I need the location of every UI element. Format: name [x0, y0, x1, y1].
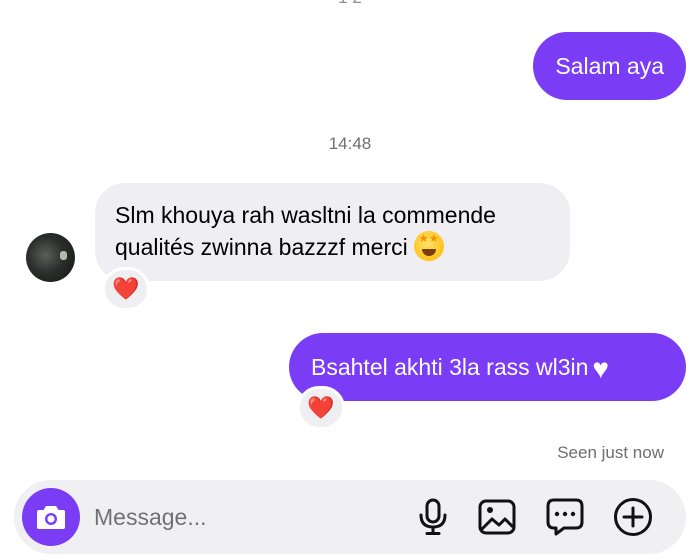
message-text: Bsahtel akhti 3la rass wl3in [311, 354, 589, 380]
camera-icon [37, 506, 65, 529]
message-timestamp: 14:48 [328, 134, 372, 153]
incoming-message-bubble[interactable]: Slm khouya rah wasltni la commende quali… [95, 183, 570, 281]
previous-timestamp-cut-off: 1 2 [0, 0, 700, 8]
seen-status: Seen just now [557, 443, 664, 462]
white-heart-emoji-icon: ♥ [592, 353, 610, 384]
contact-avatar[interactable] [26, 233, 75, 282]
voice-message-button[interactable] [412, 496, 454, 538]
star-struck-emoji-icon [413, 231, 444, 261]
heart-reaction-badge[interactable]: ❤️ [297, 386, 345, 430]
sticker-chat-icon [546, 498, 584, 536]
camera-button[interactable] [22, 488, 80, 546]
gallery-button[interactable] [476, 496, 518, 538]
more-options-button[interactable] [612, 496, 654, 538]
message-composer [14, 480, 686, 554]
outgoing-message-bubble[interactable]: Salam aya [533, 32, 686, 100]
sticker-button[interactable] [544, 496, 586, 538]
plus-icon [614, 498, 652, 536]
heart-reaction: ❤️ [307, 395, 335, 420]
microphone-icon [419, 498, 447, 535]
heart-reaction-badge[interactable]: ❤️ [102, 267, 150, 311]
heart-reaction: ❤️ [112, 276, 140, 301]
outgoing-message-bubble[interactable]: Bsahtel akhti 3la rass wl3in ♥ [289, 333, 686, 401]
photo-icon [478, 499, 516, 535]
message-input[interactable] [94, 498, 394, 536]
message-text: Salam aya [555, 53, 664, 79]
